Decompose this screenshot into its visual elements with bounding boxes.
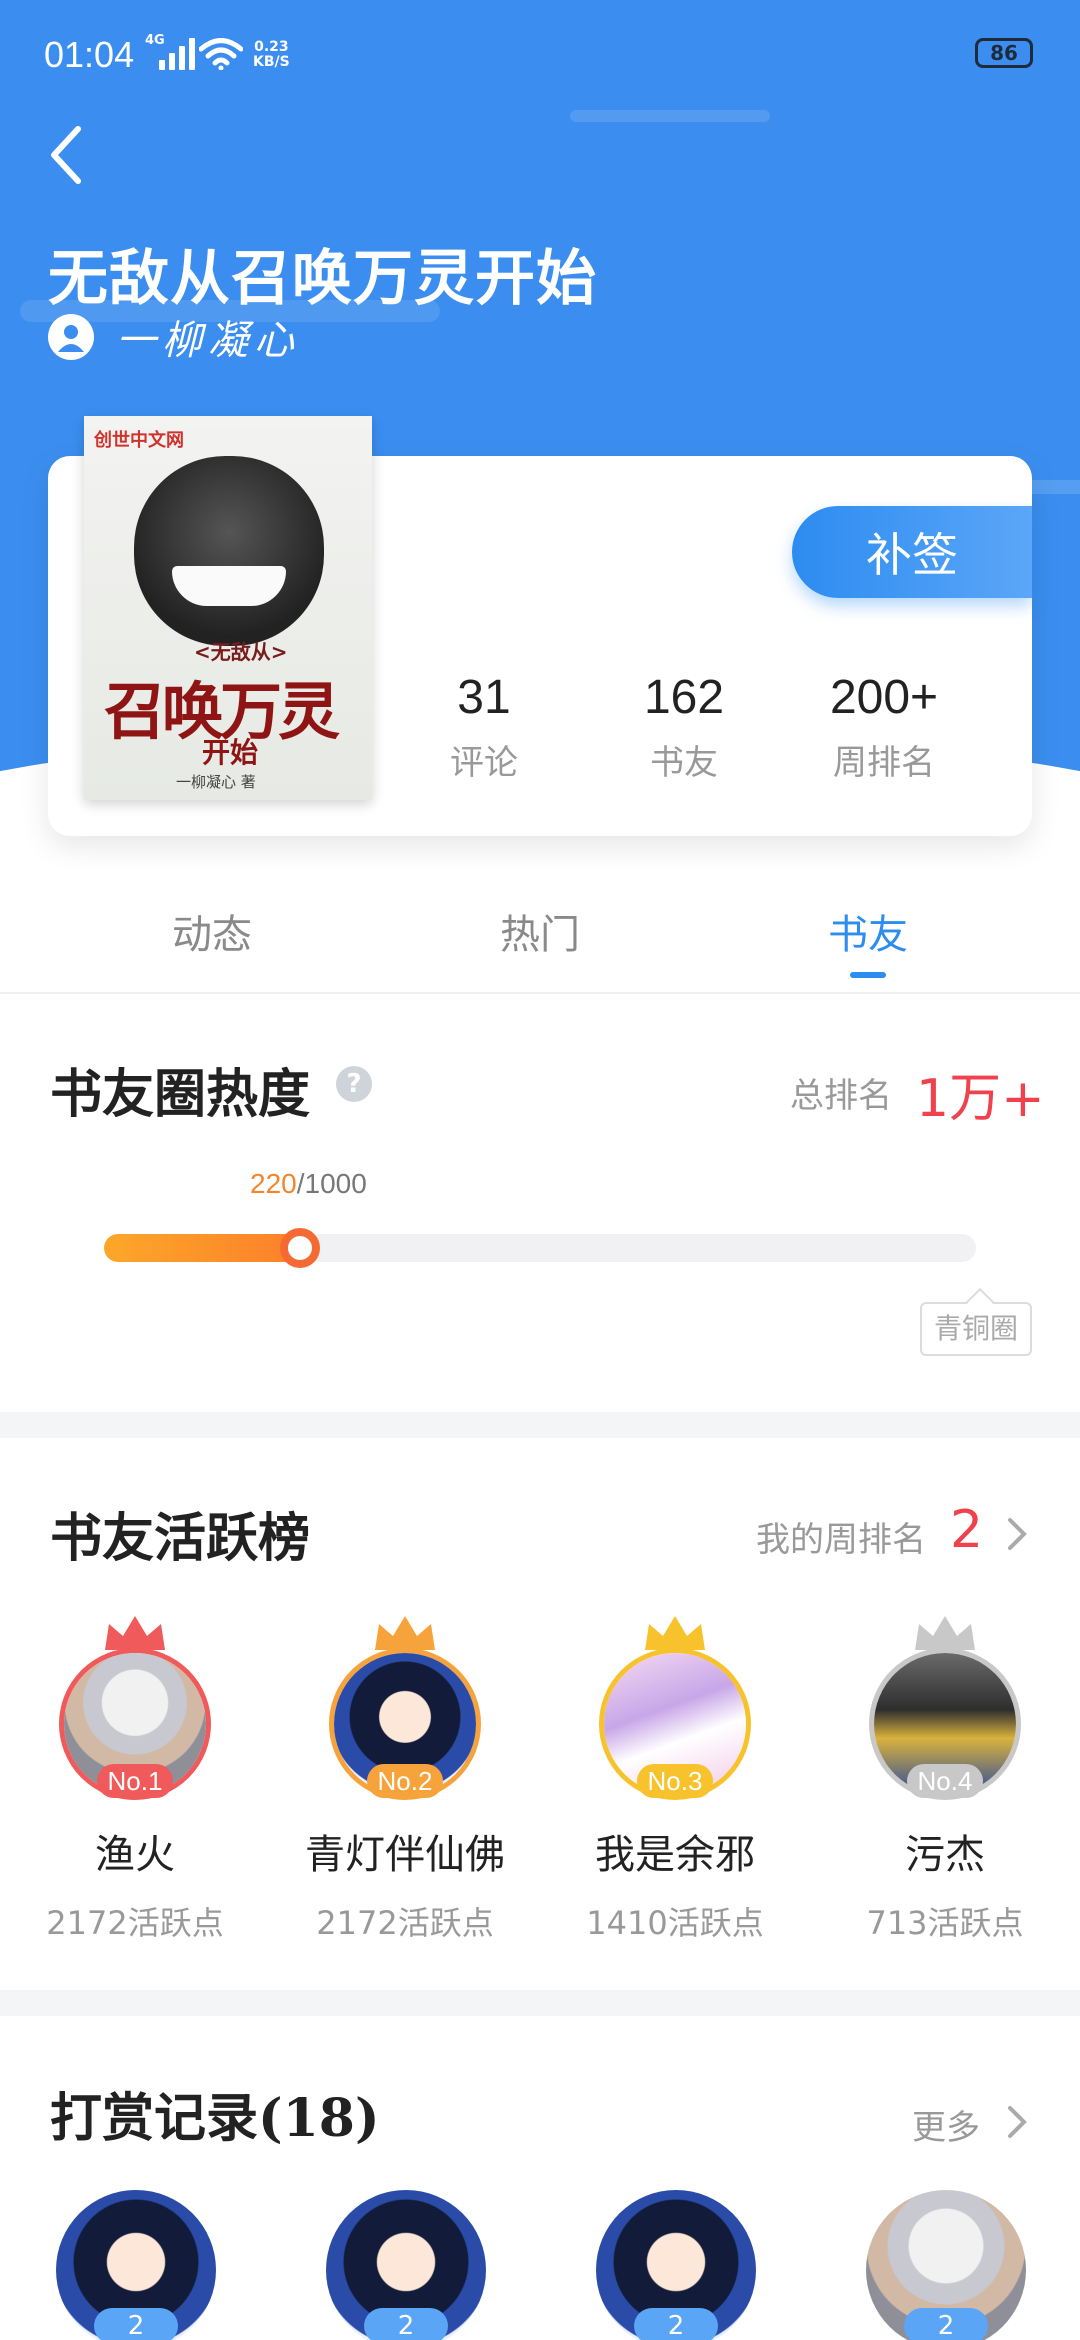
crown-icon bbox=[915, 1616, 975, 1650]
member-rank-3[interactable]: No.3 我是余邪 1410活跃点 bbox=[540, 1612, 810, 1944]
tipper-avatar[interactable]: 2 bbox=[56, 2190, 216, 2340]
member-points: 713活跃点 bbox=[866, 1904, 1024, 1942]
more-link[interactable]: 更多 bbox=[912, 2100, 980, 2149]
tipper-level-badge: 2 bbox=[94, 2308, 178, 2340]
tipper-level-badge: 2 bbox=[634, 2308, 718, 2340]
tipper-avatar[interactable]: 2 bbox=[866, 2190, 1026, 2340]
book-title: 无敌从召唤万灵开始 bbox=[48, 244, 597, 314]
stat-comments[interactable]: 31 评论 bbox=[384, 670, 584, 784]
back-button[interactable] bbox=[36, 120, 96, 190]
stat-readers[interactable]: 162 书友 bbox=[584, 670, 784, 784]
stat-weekly-rank[interactable]: 200+ 周排名 bbox=[784, 670, 984, 784]
status-icons: 4G 0.23 KB/S bbox=[145, 34, 290, 70]
member-rank-2[interactable]: No.2 青灯伴仙佛 2172活跃点 bbox=[270, 1612, 540, 1944]
cover-author: 一柳凝心 著 bbox=[176, 773, 256, 791]
rank-badge: No.1 bbox=[97, 1764, 173, 1798]
crown-icon bbox=[105, 1616, 165, 1650]
cover-publisher: 创世中文网 bbox=[94, 430, 184, 451]
member-name: 渔火 bbox=[95, 1832, 175, 1878]
rank-badge: No.3 bbox=[637, 1764, 713, 1798]
help-icon[interactable]: ? bbox=[336, 1066, 372, 1102]
status-bar: 01:04 4G 0.23 KB/S 86 bbox=[0, 0, 1080, 100]
crown-icon bbox=[375, 1616, 435, 1650]
activity-title: 书友活跃榜 bbox=[50, 1508, 311, 1569]
network-speed: 0.23 KB/S bbox=[253, 39, 290, 70]
chevron-right-icon[interactable] bbox=[1002, 2102, 1032, 2142]
section-divider bbox=[0, 1990, 1080, 2016]
tips-title: 打赏记录(18) bbox=[50, 2088, 380, 2149]
member-name: 青灯伴仙佛 bbox=[305, 1832, 505, 1878]
crown-icon bbox=[645, 1616, 705, 1650]
book-cover[interactable]: 创世中文网 <无敌从> 召唤万灵 开始 一柳凝心 著 bbox=[84, 416, 372, 800]
tipper-avatar[interactable]: 2 bbox=[596, 2190, 756, 2340]
tab-dynamics[interactable]: 动态 bbox=[92, 902, 332, 960]
tab-bar: 动态 热门 书友 bbox=[0, 890, 1080, 994]
tab-hot[interactable]: 热门 bbox=[420, 902, 660, 960]
member-rank-4[interactable]: No.4 污杰 713活跃点 bbox=[810, 1612, 1080, 1944]
heat-progress-knob bbox=[280, 1228, 320, 1268]
member-points: 2172活跃点 bbox=[46, 1904, 224, 1942]
cover-sub-title: 开始 bbox=[202, 736, 259, 769]
tipper-avatar[interactable]: 2 bbox=[326, 2190, 486, 2340]
level-tag: 青铜圈 bbox=[920, 1302, 1032, 1356]
member-name: 污杰 bbox=[905, 1832, 985, 1878]
battery-icon: 86 bbox=[975, 38, 1033, 68]
my-rank-value[interactable]: 2 bbox=[950, 1500, 983, 1560]
tab-active-indicator bbox=[850, 972, 886, 978]
total-rank-value: 1万+ bbox=[916, 1069, 1045, 1129]
author-name: 一柳凝心 bbox=[116, 318, 300, 364]
author-row[interactable]: 一柳凝心 bbox=[48, 308, 300, 366]
member-name: 我是余邪 bbox=[595, 1832, 755, 1878]
tab-readers[interactable]: 书友 bbox=[748, 902, 988, 960]
rank-badge: No.4 bbox=[907, 1764, 983, 1798]
heat-title: 书友圈热度 bbox=[50, 1064, 311, 1125]
chevron-right-icon[interactable] bbox=[1002, 1514, 1032, 1554]
member-points: 1410活跃点 bbox=[586, 1904, 764, 1942]
chevron-left-icon bbox=[51, 126, 81, 184]
section-divider bbox=[0, 1412, 1080, 1438]
cover-art bbox=[134, 456, 324, 646]
status-time: 01:04 bbox=[44, 34, 135, 75]
checkin-button[interactable]: 补签 bbox=[792, 506, 1032, 598]
member-points: 2172活跃点 bbox=[316, 1904, 494, 1942]
heat-progress-text: 220/1000 bbox=[250, 1168, 367, 1199]
wifi-icon bbox=[199, 38, 243, 70]
tipper-level-badge: 2 bbox=[904, 2308, 988, 2340]
my-rank-label[interactable]: 我的周排名 bbox=[756, 1512, 926, 1561]
heat-progress-bar bbox=[104, 1228, 976, 1268]
tipper-level-badge: 2 bbox=[364, 2308, 448, 2340]
signal-icon: 4G bbox=[145, 34, 195, 70]
total-rank-label: 总排名 bbox=[790, 1076, 892, 1116]
rank-badge: No.2 bbox=[367, 1764, 443, 1798]
author-avatar-icon bbox=[48, 314, 94, 360]
member-rank-1[interactable]: No.1 渔火 2172活跃点 bbox=[0, 1612, 270, 1944]
